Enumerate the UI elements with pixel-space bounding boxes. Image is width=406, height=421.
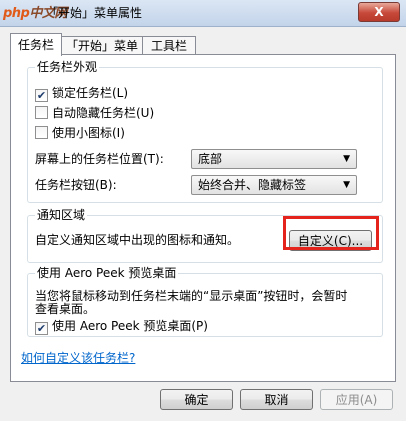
autohide-checkbox[interactable] bbox=[35, 106, 48, 119]
lock-taskbar-option[interactable]: ✔ 锁定任务栏(L) bbox=[35, 85, 128, 102]
autohide-option[interactable]: 自动隐藏任务栏(U) bbox=[35, 105, 154, 121]
dropdown-arrow-icon: ▼ bbox=[343, 154, 350, 164]
small-icons-label: 使用小图标(I) bbox=[52, 126, 125, 140]
help-link[interactable]: 如何自定义该任务栏? bbox=[21, 349, 135, 366]
window-title: 「开始」菜单属性 bbox=[46, 6, 143, 20]
tab-toolbars[interactable]: 工具栏 bbox=[142, 36, 196, 55]
lock-taskbar-label: 锁定任务栏(L) bbox=[52, 86, 129, 100]
lock-taskbar-checkbox[interactable]: ✔ bbox=[35, 89, 48, 102]
aero-peek-option[interactable]: ✔ 使用 Aero Peek 预览桌面(P) bbox=[35, 318, 208, 335]
notification-description: 自定义通知区域中出现的图标和通知。 bbox=[35, 233, 240, 247]
annotation-highlight-box bbox=[283, 216, 379, 250]
small-icons-checkbox[interactable] bbox=[35, 126, 48, 139]
position-select[interactable]: 底部 ▼ bbox=[191, 149, 357, 169]
aero-peek-checkbox[interactable]: ✔ bbox=[35, 322, 48, 335]
buttons-label: 任务栏按钮(B): bbox=[35, 178, 117, 192]
position-value: 底部 bbox=[198, 152, 223, 166]
small-icons-option[interactable]: 使用小图标(I) bbox=[35, 125, 125, 141]
tab-start-menu[interactable]: 「开始」菜单 bbox=[60, 36, 144, 55]
aero-peek-description-line2: 查看桌面。 bbox=[35, 302, 96, 316]
close-button[interactable]: X bbox=[358, 2, 400, 22]
appearance-title: 任务栏外观 bbox=[35, 60, 100, 74]
aero-peek-title: 使用 Aero Peek 预览桌面 bbox=[35, 266, 179, 280]
position-label: 屏幕上的任务栏位置(T): bbox=[35, 152, 164, 166]
buttons-select[interactable]: 始终合并、隐藏标签 ▼ bbox=[191, 175, 357, 195]
dropdown-arrow-icon: ▼ bbox=[343, 180, 350, 190]
title-bar: php中文网 「开始」菜单属性 X bbox=[0, 0, 406, 27]
buttons-value: 始终合并、隐藏标签 bbox=[198, 178, 307, 192]
notification-title: 通知区域 bbox=[35, 208, 88, 222]
ok-button[interactable]: 确定 bbox=[160, 389, 233, 410]
autohide-label: 自动隐藏任务栏(U) bbox=[52, 106, 155, 120]
tab-taskbar[interactable]: 任务栏 bbox=[10, 33, 62, 56]
aero-peek-label: 使用 Aero Peek 预览桌面(P) bbox=[52, 319, 208, 333]
apply-button[interactable]: 应用(A) bbox=[320, 389, 393, 410]
cancel-button[interactable]: 取消 bbox=[240, 389, 313, 410]
